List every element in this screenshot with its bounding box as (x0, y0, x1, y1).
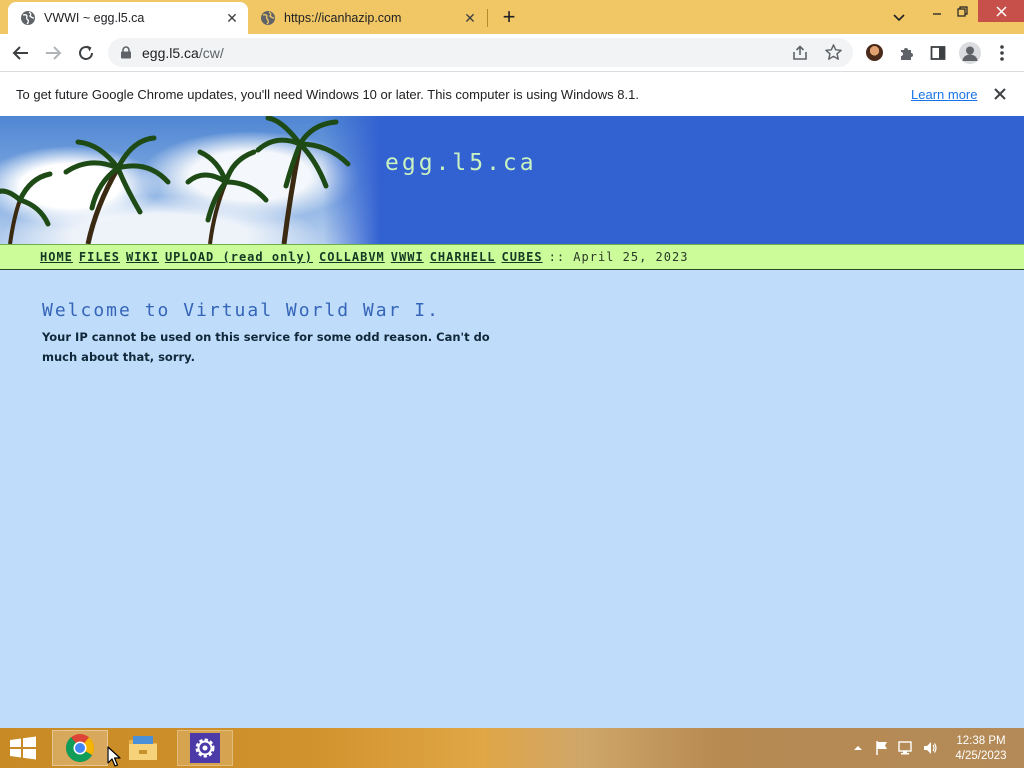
file-explorer-icon (129, 736, 157, 760)
taskbar-chrome-button[interactable] (52, 730, 108, 766)
back-button[interactable] (8, 40, 34, 66)
chrome-menu-icon[interactable] (989, 40, 1015, 66)
taskbar-file-explorer-button[interactable] (115, 730, 171, 766)
tab-search-chevron-icon[interactable] (888, 7, 910, 29)
url-host: egg.l5.ca (142, 45, 199, 61)
tab-separator (487, 9, 488, 27)
chrome-icon (65, 734, 95, 762)
palm-trees-image (0, 115, 380, 245)
bookmark-star-icon[interactable] (824, 43, 843, 62)
tab-title: https://icanhazip.com (284, 11, 402, 25)
forward-button[interactable] (40, 40, 66, 66)
action-center-flag-icon[interactable] (874, 740, 890, 756)
site-nav: HOME FILES WIKI UPLOAD (read only) COLLA… (0, 244, 1024, 270)
close-tab-icon[interactable]: ✕ (460, 8, 480, 28)
nav-link-collabvm[interactable]: COLLABVM (319, 250, 385, 264)
nav-link-wiki[interactable]: WIKI (126, 250, 159, 264)
show-hidden-icons-chevron-icon[interactable] (850, 740, 866, 756)
lock-icon[interactable] (120, 46, 132, 59)
extension-avatar-icon[interactable] (866, 44, 883, 61)
page-content: Welcome to Virtual World War I. Your IP … (42, 300, 522, 367)
nav-date: :: April 25, 2023 (548, 250, 689, 264)
browser-toolbar: egg.l5.ca/cw/ (0, 34, 1024, 71)
url-path: /cw/ (198, 45, 224, 61)
tab-vwwi[interactable]: VWWI ~ egg.l5.ca ✕ (8, 2, 248, 34)
nav-link-vwwi[interactable]: VWWI (391, 250, 424, 264)
page-message: Your IP cannot be used on this service f… (42, 330, 490, 364)
windows-taskbar: 12:38 PM 4/25/2023 (0, 728, 1024, 768)
share-icon[interactable] (791, 44, 809, 62)
new-tab-button[interactable]: + (497, 4, 521, 29)
update-infobar: To get future Google Chrome updates, you… (0, 71, 1024, 116)
taskbar-settings-button[interactable] (177, 730, 233, 766)
volume-icon[interactable] (922, 740, 938, 756)
windows-start-icon[interactable] (8, 736, 38, 760)
mouse-cursor-icon (107, 746, 121, 767)
nav-link-cubes[interactable]: CUBES (501, 250, 542, 264)
web-page: egg.l5.ca HOME FILES WIKI UPLOAD (read o… (0, 115, 1024, 728)
nav-link-files[interactable]: FILES (79, 250, 120, 264)
address-bar[interactable]: egg.l5.ca/cw/ (108, 38, 853, 67)
learn-more-link[interactable]: Learn more (911, 87, 977, 102)
close-tab-icon[interactable]: ✕ (222, 8, 242, 28)
restore-button[interactable] (947, 0, 977, 22)
page-heading: Welcome to Virtual World War I. (42, 300, 440, 321)
clock-date: 4/25/2023 (955, 750, 1007, 762)
globe-icon (21, 11, 35, 25)
tab-icanhazip[interactable]: https://icanhazip.com ✕ (250, 2, 486, 34)
clock-time: 12:38 PM (956, 735, 1006, 747)
profile-avatar-icon[interactable] (959, 42, 981, 64)
network-icon[interactable] (898, 740, 914, 756)
window-close-button[interactable] (978, 0, 1024, 22)
side-panel-icon[interactable] (925, 40, 951, 66)
tab-title: VWWI ~ egg.l5.ca (44, 11, 145, 25)
reload-button[interactable] (73, 40, 99, 66)
infobar-message: To get future Google Chrome updates, you… (16, 87, 639, 102)
globe-icon (261, 11, 275, 25)
settings-icon (190, 733, 220, 763)
site-banner: egg.l5.ca (0, 115, 1024, 245)
tab-strip: VWWI ~ egg.l5.ca ✕ https://icanhazip.com… (0, 0, 1024, 34)
nav-link-upload[interactable]: UPLOAD (read only) (165, 250, 313, 264)
nav-link-home[interactable]: HOME (40, 250, 73, 264)
taskbar-clock[interactable]: 12:38 PM 4/25/2023 (946, 734, 1016, 764)
url-text[interactable]: egg.l5.ca/cw/ (142, 45, 224, 61)
nav-link-charhell[interactable]: CHARHELL (430, 250, 496, 264)
extensions-puzzle-icon[interactable] (894, 40, 920, 66)
site-title: egg.l5.ca (385, 150, 537, 176)
infobar-close-icon[interactable] (990, 84, 1010, 104)
